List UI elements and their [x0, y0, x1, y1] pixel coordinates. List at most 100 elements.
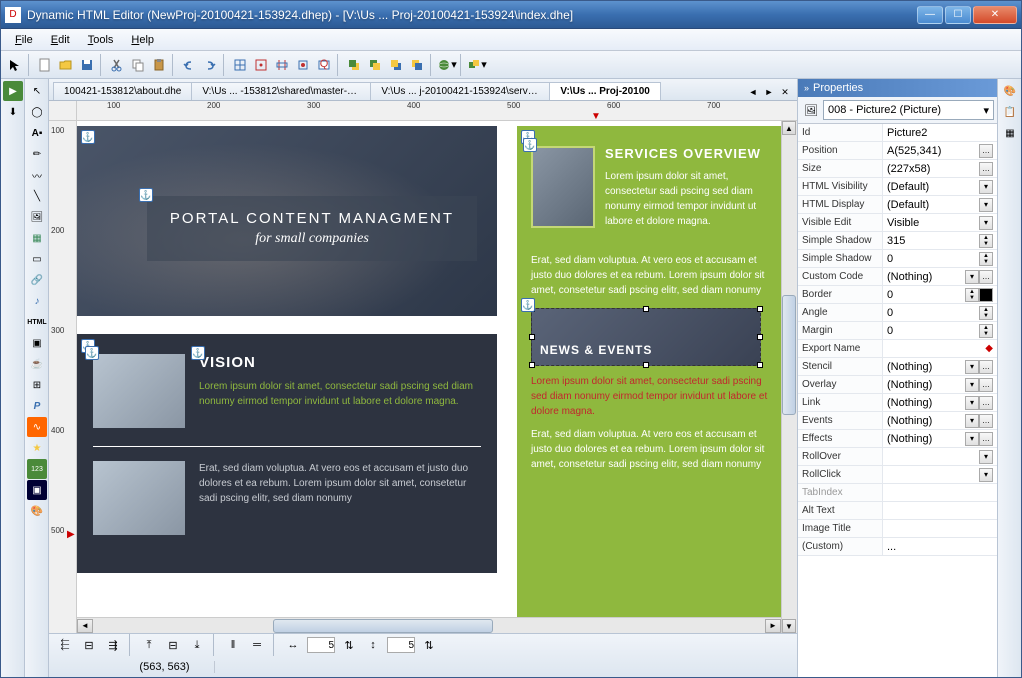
ellipsis-icon[interactable]: …	[979, 378, 993, 392]
rss-tool-icon[interactable]: ∿	[27, 417, 47, 437]
anchor-icon[interactable]: ⚓	[523, 138, 537, 152]
prop-value[interactable]: (Nothing)▾…	[883, 268, 997, 285]
dropdown-icon[interactable]: ▾	[979, 180, 993, 194]
prop-row[interactable]: Events(Nothing)▾…	[798, 412, 997, 430]
prop-row[interactable]: Border0▲▼	[798, 286, 997, 304]
horizontal-ruler[interactable]: 100 200 300 400 500 600 700 ▼	[77, 101, 797, 121]
prop-value[interactable]: (Nothing)▾…	[883, 430, 997, 447]
prop-row[interactable]: TabIndex	[798, 484, 997, 502]
tab-services[interactable]: V:\Us ... j-20100421-153924\services.dhe	[370, 82, 550, 100]
prop-row[interactable]: (Custom)...	[798, 538, 997, 556]
anchor-icon[interactable]: ⚓	[139, 188, 153, 202]
prop-row[interactable]: Overlay(Nothing)▾…	[798, 376, 997, 394]
prop-row[interactable]: Visible EditVisible▾	[798, 214, 997, 232]
spinner-icon[interactable]: ▲▼	[979, 234, 993, 248]
ellipsis-icon[interactable]: …	[979, 270, 993, 284]
pointer-tool-icon[interactable]	[5, 55, 25, 75]
news-image-selected[interactable]: NEWS & EVENTS	[531, 308, 761, 366]
minimize-button[interactable]: —	[917, 6, 943, 24]
copy-icon[interactable]	[128, 55, 148, 75]
select-tool-icon[interactable]: ↖	[27, 81, 47, 101]
prop-row[interactable]: Stencil(Nothing)▾…	[798, 358, 997, 376]
menu-edit[interactable]: Edit	[43, 32, 78, 48]
prop-row[interactable]: IdPicture2	[798, 124, 997, 142]
prop-row[interactable]: Margin0▲▼	[798, 322, 997, 340]
same-width-icon[interactable]: ↔	[283, 635, 303, 655]
dropdown-icon[interactable]: ▾	[979, 450, 993, 464]
prop-row[interactable]: RollClick▾	[798, 466, 997, 484]
align-bottom-icon[interactable]: ⤓	[187, 635, 207, 655]
prop-value[interactable]: Visible▾	[883, 214, 997, 231]
close-button[interactable]: ✕	[973, 6, 1017, 24]
rect-tool-icon[interactable]: ◯	[27, 102, 47, 122]
layers-panel-icon[interactable]: ▦	[1000, 123, 1020, 143]
tab-master[interactable]: V:\Us ... -153812\shared\master-page.dhe…	[191, 82, 371, 100]
tab-index[interactable]: V:\Us ... Proj-20100	[549, 82, 661, 100]
same-height-icon[interactable]: ↕	[363, 635, 383, 655]
stop-icon[interactable]: ⬇	[3, 102, 23, 122]
grid-tool-icon[interactable]: ⊞	[27, 375, 47, 395]
cut-icon[interactable]	[107, 55, 127, 75]
forward-icon[interactable]	[386, 55, 406, 75]
spinner-icon[interactable]: ▲▼	[979, 324, 993, 338]
dist-h-icon[interactable]: ‖	[223, 635, 243, 655]
prop-row[interactable]: Effects(Nothing)▾…	[798, 430, 997, 448]
services-image[interactable]	[531, 146, 595, 228]
prop-value[interactable]: (Default)▾	[883, 178, 997, 195]
prop-value[interactable]	[883, 520, 997, 537]
properties-icon[interactable]: 📋	[1000, 102, 1020, 122]
scroll-thumb-v[interactable]	[782, 295, 796, 415]
menu-file[interactable]: File	[7, 32, 41, 48]
ellipsis-icon[interactable]: …	[979, 144, 993, 158]
java-tool-icon[interactable]: ☕	[27, 354, 47, 374]
prop-row[interactable]: Size(227x58)…	[798, 160, 997, 178]
dropdown-icon[interactable]: ▾	[979, 198, 993, 212]
dropdown-icon[interactable]: ▾	[965, 378, 979, 392]
prop-value[interactable]: (Nothing)▾…	[883, 394, 997, 411]
menu-help[interactable]: Help	[123, 32, 162, 48]
form-tool-icon[interactable]: ▭	[27, 249, 47, 269]
color-tool-icon[interactable]: 🎨	[27, 501, 47, 521]
prop-value[interactable]	[883, 502, 997, 519]
table-tool-icon[interactable]: ▦	[27, 228, 47, 248]
scroll-up-icon[interactable]: ▲	[782, 121, 796, 135]
star-tool-icon[interactable]: ★	[27, 438, 47, 458]
paste-icon[interactable]	[149, 55, 169, 75]
redo-icon[interactable]	[200, 55, 220, 75]
anchor-icon[interactable]: ⚓	[85, 346, 99, 360]
prop-value[interactable]: 0▲▼	[883, 304, 997, 321]
align-top-icon[interactable]: ⤒	[139, 635, 159, 655]
send-back-icon[interactable]	[365, 55, 385, 75]
prop-row[interactable]: Alt Text	[798, 502, 997, 520]
scroll-thumb[interactable]	[273, 619, 493, 633]
preview-icon[interactable]: Q	[314, 55, 334, 75]
dist-v-icon[interactable]: ═	[247, 635, 267, 655]
prop-value[interactable]: (227x58)…	[883, 160, 997, 177]
new-icon[interactable]	[35, 55, 55, 75]
ellipsis-icon[interactable]: …	[979, 360, 993, 374]
vertical-ruler[interactable]: 100 200 300 400 500 ▶	[49, 121, 77, 633]
image-tool-icon[interactable]: 🖼	[27, 207, 47, 227]
scroll-down-icon[interactable]: ▼	[782, 619, 796, 633]
align-left-icon[interactable]: ⬱	[55, 635, 75, 655]
spinner-icon[interactable]: ▲▼	[979, 252, 993, 266]
ellipsis-icon[interactable]: …	[979, 396, 993, 410]
audio-tool-icon[interactable]: ♪	[27, 291, 47, 311]
maximize-button[interactable]: ☐	[945, 6, 971, 24]
guides-icon[interactable]	[272, 55, 292, 75]
prop-row[interactable]: Simple Shadow0▲▼	[798, 250, 997, 268]
save-icon[interactable]	[77, 55, 97, 75]
scroll-left-icon[interactable]: ◄	[77, 619, 93, 633]
color-swatch-icon[interactable]	[979, 288, 993, 302]
prop-value[interactable]: (Nothing)▾…	[883, 358, 997, 375]
layers-icon[interactable]: ▾	[467, 55, 487, 75]
open-icon[interactable]	[56, 55, 76, 75]
object-combo[interactable]: 008 - Picture2 (Picture)▾	[823, 100, 994, 120]
prop-value[interactable]: (Nothing)▾…	[883, 376, 997, 393]
web-icon[interactable]: ▾	[437, 55, 457, 75]
prop-value[interactable]: 0▲▼	[883, 322, 997, 339]
spinner-icon[interactable]: ▲▼	[965, 288, 979, 302]
backward-icon[interactable]	[407, 55, 427, 75]
prop-value[interactable]: (Nothing)▾…	[883, 412, 997, 429]
ellipsis-icon[interactable]: …	[979, 432, 993, 446]
